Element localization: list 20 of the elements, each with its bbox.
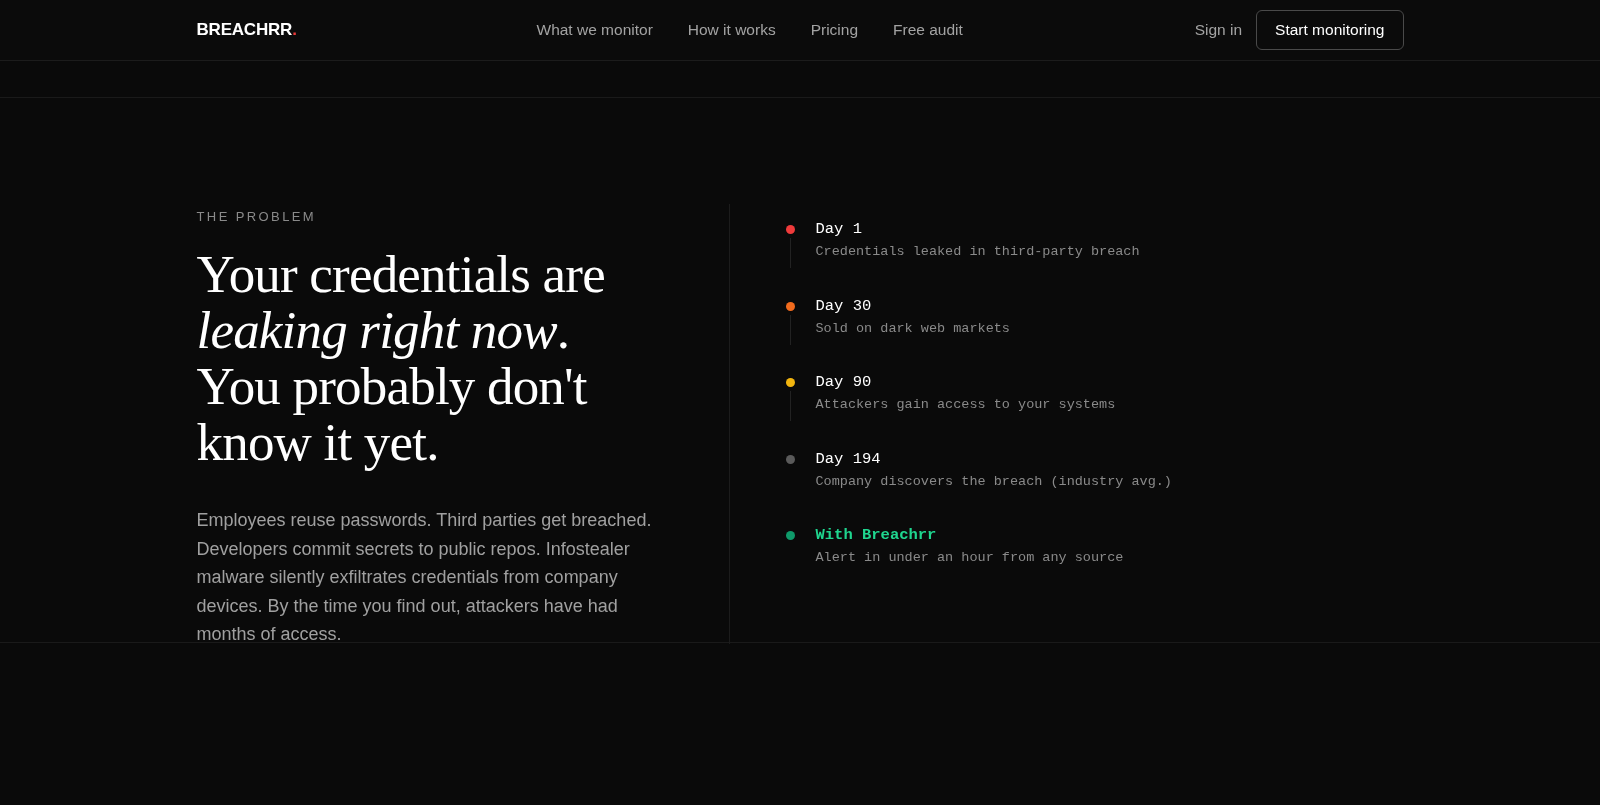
headline: Your credentials are leaking right now. You probably don't know it yet. (196, 246, 606, 470)
body-paragraph: Employees reuse passwords. Third parties get breached. Developers commit secrets to public repos. Infostealer malware silently exfiltrates credentials from company devices. By the time you find out, attackers have had months of access. (196, 509, 653, 646)
sign-in-link[interactable]: Sign in (1194, 21, 1243, 39)
timeline-description: Alert in under an hour from any source (815, 550, 1124, 565)
nav-link[interactable]: What we monitor (536, 21, 653, 39)
nav-link[interactable]: Free audit (893, 21, 963, 39)
timeline-title: Day 1 (815, 220, 863, 238)
nav-link[interactable]: How it works (687, 21, 776, 39)
timeline-description: Company discovers the breach (industry avg.) (815, 473, 1172, 489)
timeline-description: Credentials leaked in third-party breach (815, 244, 1140, 259)
nav-link[interactable]: Pricing (810, 21, 859, 39)
timeline-description: Sold on dark web markets (815, 320, 1010, 336)
timeline-title: Day 30 (815, 296, 873, 315)
logo[interactable]: BREACHRR. (196, 20, 537, 40)
timeline-title: With Breachrr (815, 526, 938, 544)
section-eyebrow: THE PROBLEM (196, 209, 318, 224)
timeline-description: Attackers gain access to your systems (815, 397, 1116, 412)
timeline-title: Day 90 (815, 373, 873, 391)
timeline-title: Day 194 (815, 449, 882, 468)
start-monitoring-button[interactable]: Start monitoring (1256, 10, 1404, 50)
